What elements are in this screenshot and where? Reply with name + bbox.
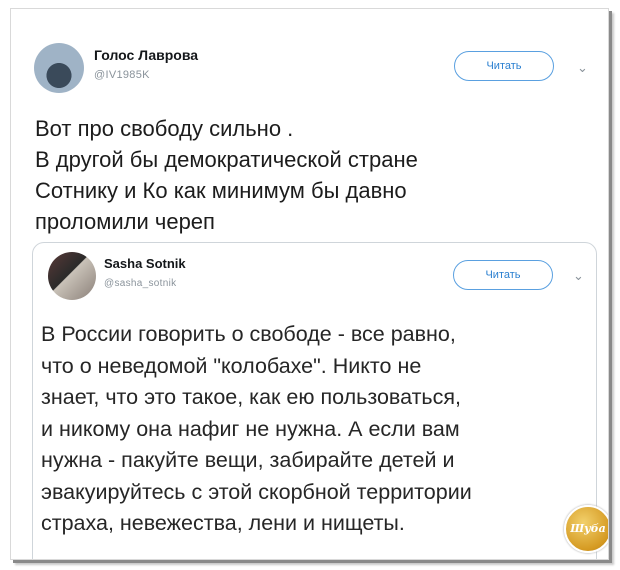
screenshot-frame: Голос Лаврова @IV1985K Читать ⌄ Вот про …	[10, 8, 609, 560]
author-avatar[interactable]	[34, 43, 84, 93]
quoted-author-handle[interactable]: @sasha_sotnik	[104, 278, 176, 289]
watermark-logo: Шуба	[564, 505, 608, 553]
quoted-tweet-text: В России говорить о свободе - все равно,…	[41, 322, 472, 535]
tweet-text: Вот про свободу сильно . В другой бы дем…	[35, 116, 418, 234]
quoted-follow-button[interactable]: Читать	[453, 260, 553, 290]
quoted-author-avatar[interactable]	[48, 252, 96, 300]
quoted-author-name[interactable]: Sasha Sotnik	[104, 256, 186, 271]
chevron-down-icon[interactable]: ⌄	[573, 268, 584, 284]
author-handle[interactable]: @IV1985K	[94, 69, 150, 81]
chevron-down-icon[interactable]: ⌄	[577, 60, 588, 76]
author-name[interactable]: Голос Лаврова	[94, 47, 198, 63]
follow-button[interactable]: Читать	[454, 51, 554, 81]
